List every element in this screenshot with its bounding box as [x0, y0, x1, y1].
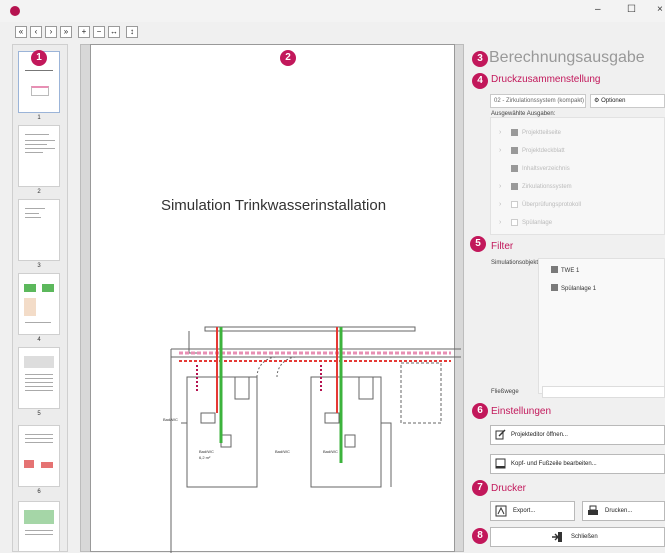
- chevron-right-icon[interactable]: ›: [499, 216, 501, 230]
- simulation-objects-label: Simulationsobjekte: [491, 260, 542, 266]
- thumbnail-page-number: 4: [37, 337, 41, 343]
- section-heading-printer: Drucker: [491, 483, 527, 494]
- page-title: Simulation Trinkwasserinstallation: [160, 197, 387, 214]
- minimize-button[interactable]: –: [595, 4, 601, 15]
- button-label: Schließen: [571, 534, 598, 540]
- tree-item[interactable]: › Projektdeckblatt: [491, 144, 665, 158]
- thumbnail-panel[interactable]: 1 2 3 4 5 6: [12, 44, 68, 552]
- page-thumbnail[interactable]: [18, 501, 60, 551]
- tree-item-label: Inhaltsverzeichnis: [522, 166, 570, 172]
- section-heading-filter: Filter: [491, 241, 514, 252]
- close-button[interactable]: Schließen: [490, 527, 665, 547]
- preset-value: 02 - Zirkulationssystem (kompakt): [494, 98, 585, 104]
- chevron-right-icon[interactable]: ›: [499, 144, 501, 158]
- checkbox[interactable]: [511, 165, 518, 172]
- page-thumbnail[interactable]: [18, 347, 60, 409]
- title-bar: – ☐ ×: [0, 0, 665, 22]
- list-item[interactable]: Spülanlage 1: [551, 284, 596, 293]
- tree-item[interactable]: › Zirkulationssystem: [491, 180, 665, 194]
- options-label: Optionen: [601, 98, 626, 104]
- prev-page-button[interactable]: ‹: [30, 26, 42, 38]
- navigation-toolbar: « ‹ › » + − ↔ ↕: [0, 24, 665, 40]
- list-item[interactable]: TWE 1: [551, 266, 579, 275]
- page-thumbnail[interactable]: [18, 425, 60, 487]
- page-thumbnail[interactable]: [18, 199, 60, 261]
- tree-item-label: Projektteilseite: [522, 130, 562, 136]
- settings-panel: Berechnungsausgabe Druckzusammenstellung…: [472, 40, 665, 552]
- floor-plan-drawing: Bad/WC Bad/WC 6,2 m² Bad/WC Bad/WC: [163, 326, 461, 553]
- print-button[interactable]: Drucken...: [582, 501, 665, 521]
- edit-icon: [495, 429, 506, 444]
- thumbnail-page-number: 3: [37, 263, 41, 269]
- chevron-down-icon: ⌄: [577, 97, 583, 103]
- checkbox[interactable]: [511, 129, 518, 136]
- tree-item[interactable]: Inhaltsverzeichnis: [491, 162, 665, 176]
- section-heading-druck: Druckzusammenstellung: [491, 74, 601, 85]
- checkbox[interactable]: [551, 266, 558, 273]
- thumbnail-page-number: 6: [37, 489, 41, 495]
- checkbox[interactable]: [511, 183, 518, 190]
- first-page-button[interactable]: «: [15, 26, 27, 38]
- fit-width-button[interactable]: ↔: [108, 26, 120, 38]
- tree-item[interactable]: › Projektteilseite: [491, 126, 665, 140]
- thumbnail-page-number: 2: [37, 189, 41, 195]
- room-label: Bad/WC: [323, 449, 338, 454]
- page-thumbnail[interactable]: [18, 273, 60, 335]
- options-button[interactable]: ⚙ Optionen: [590, 94, 665, 108]
- flow-paths-label: Fließwege: [491, 389, 519, 395]
- list-item-label: TWE 1: [561, 268, 580, 274]
- exit-icon: [551, 531, 563, 546]
- zoom-in-button[interactable]: +: [78, 26, 90, 38]
- pdf-icon: [495, 505, 507, 520]
- checkbox[interactable]: [511, 147, 518, 154]
- tree-item[interactable]: › Spülanlage: [491, 216, 665, 230]
- room-label: Bad/WC: [199, 449, 214, 454]
- next-page-button[interactable]: ›: [45, 26, 57, 38]
- simulation-objects-list[interactable]: TWE 1 Spülanlage 1: [538, 258, 665, 394]
- app-logo-icon: [10, 6, 20, 16]
- preset-select[interactable]: 02 - Zirkulationssystem (kompakt): [490, 94, 586, 108]
- close-window-button[interactable]: ×: [657, 4, 663, 15]
- room-label: Bad/WC: [275, 449, 290, 454]
- callout-badge: 2: [280, 50, 296, 66]
- button-label: Drucken...: [605, 508, 633, 514]
- callout-badge: 1: [31, 50, 47, 66]
- chevron-right-icon[interactable]: ›: [499, 198, 501, 212]
- thumbnail-page-number: 1: [37, 115, 41, 121]
- page-thumbnail[interactable]: [18, 125, 60, 187]
- tree-item-label: Spülanlage: [522, 220, 553, 226]
- tree-item-label: Überprüfungsprotokoll: [522, 202, 582, 208]
- checkbox[interactable]: [551, 284, 558, 291]
- room-label: Bad/WC: [163, 417, 178, 422]
- panel-title: Berechnungsausgabe: [489, 49, 645, 66]
- last-page-button[interactable]: »: [60, 26, 72, 38]
- export-button[interactable]: Export...: [490, 501, 575, 521]
- button-label: Kopf- und Fußzeile bearbeiten...: [511, 461, 597, 467]
- output-tree[interactable]: › Projektteilseite › Projektdeckblatt In…: [490, 117, 665, 235]
- button-label: Projekteditor öffnen...: [511, 432, 568, 438]
- edit-header-footer-button[interactable]: Kopf- und Fußzeile bearbeiten...: [490, 454, 665, 474]
- thumbnail-page-number: 5: [37, 411, 41, 417]
- fit-height-button[interactable]: ↕: [126, 26, 138, 38]
- open-project-editor-button[interactable]: Projekteditor öffnen...: [490, 425, 665, 445]
- checkbox[interactable]: [511, 219, 518, 226]
- flow-paths-field[interactable]: [542, 386, 665, 398]
- room-area: 6,2 m²: [199, 455, 211, 460]
- checkbox[interactable]: [511, 201, 518, 208]
- gear-icon: ⚙: [594, 98, 600, 104]
- page-layout-icon: [495, 458, 506, 473]
- tree-item[interactable]: › Überprüfungsprotokoll: [491, 198, 665, 212]
- chevron-right-icon[interactable]: ›: [499, 180, 501, 194]
- tree-item-label: Projektdeckblatt: [522, 148, 565, 154]
- button-label: Export...: [513, 508, 536, 514]
- section-heading-settings: Einstellungen: [491, 406, 552, 417]
- zoom-out-button[interactable]: −: [93, 26, 105, 38]
- tree-item-label: Zirkulationssystem: [522, 184, 572, 190]
- maximize-button[interactable]: ☐: [627, 4, 636, 15]
- chevron-right-icon[interactable]: ›: [499, 126, 501, 140]
- printer-icon: [587, 505, 599, 520]
- list-item-label: Spülanlage 1: [561, 286, 597, 292]
- preview-page: Simulation Trinkwasserinstallation Bad/W…: [90, 44, 461, 553]
